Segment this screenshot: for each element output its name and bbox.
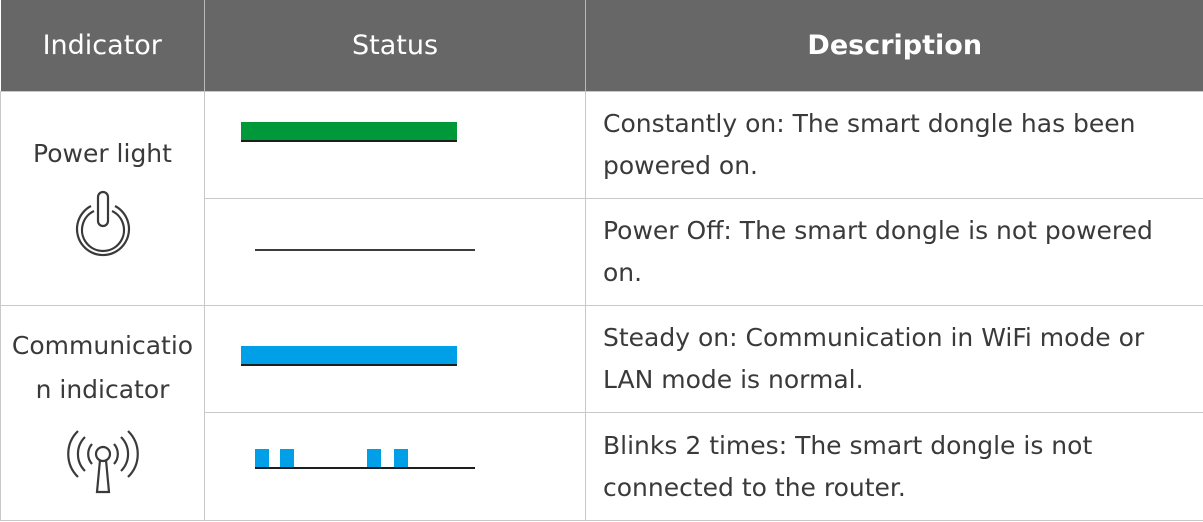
header-indicator: Indicator — [0, 0, 205, 92]
status-cell — [204, 91, 586, 199]
header-description: Description — [585, 0, 1203, 92]
header-row: Indicator Status Description — [0, 0, 1203, 92]
table-row: Communicatio n indicator Steady on: Comm… — [0, 305, 1203, 521]
status-cell — [204, 198, 586, 306]
indicator-label-line1: Communicatio — [11, 331, 194, 360]
description-cell: Constantly on: The smart dongle has been… — [585, 91, 1203, 199]
off-line — [241, 227, 489, 263]
indicator-cell-power: Power light — [0, 91, 205, 306]
power-icon — [75, 190, 130, 256]
header-status: Status — [204, 0, 586, 92]
solid-blue-bar — [241, 346, 457, 366]
wireless-signal-icon — [66, 430, 139, 494]
indicator-label: Power light — [33, 138, 172, 168]
table-row: Power light Constantly on: The smart don… — [0, 91, 1203, 306]
description-cell: Blinks 2 times: The smart dongle is not … — [585, 412, 1203, 521]
description-cell: Power Off: The smart dongle is not power… — [585, 198, 1203, 306]
solid-green-bar — [241, 122, 457, 142]
blink-two-times-pattern — [241, 439, 489, 479]
indicator-table: Indicator Status Description Power light — [0, 0, 1203, 521]
status-cell — [204, 412, 586, 521]
indicator-label-line2: n indicator — [35, 375, 170, 404]
status-cell — [204, 305, 586, 413]
description-cell: Steady on: Communication in WiFi mode or… — [585, 305, 1203, 413]
indicator-cell-communication: Communicatio n indicator — [0, 305, 205, 521]
